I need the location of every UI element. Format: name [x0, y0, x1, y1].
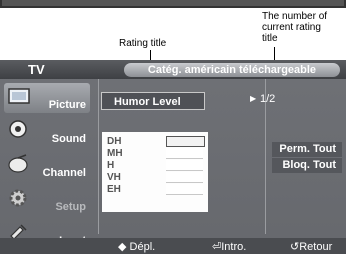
arrow-right-icon: ▶: [250, 94, 257, 103]
sidebar-item-channel[interactable]: Channel: [4, 151, 90, 181]
sidebar-item-label: Picture: [48, 99, 86, 111]
list-item[interactable]: EH: [102, 184, 208, 195]
list-item[interactable]: VH: [102, 172, 208, 183]
return-hint: ↺Retour: [290, 241, 333, 253]
page-title: Catég. américain téléchargeable: [124, 63, 340, 77]
sidebar-item-picture[interactable]: Picture: [4, 83, 90, 113]
top-frame-strip: [0, 0, 346, 8]
block-all-button[interactable]: Bloq. Tout: [272, 158, 342, 173]
picture-icon: [8, 88, 30, 104]
setup-icon: [9, 189, 27, 207]
list-item[interactable]: H: [102, 160, 208, 171]
sidebar-item-setup[interactable]: Setup: [4, 185, 90, 215]
lock-box: [166, 148, 203, 159]
rating-title-field[interactable]: Humor Level: [101, 92, 205, 110]
enter-icon: ⏎: [212, 241, 222, 253]
divider: [98, 79, 99, 234]
annotation-rating-title: Rating title: [119, 38, 167, 49]
lock-box: [166, 160, 203, 171]
sound-icon: [9, 120, 27, 138]
return-icon: ↺: [290, 241, 300, 253]
move-arrows-icon: ◆: [118, 241, 127, 253]
osd-header: TV Catég. américain téléchargeable: [0, 60, 346, 79]
lock-box: [166, 136, 205, 147]
lock-box: [166, 172, 203, 183]
rating-code: H: [107, 160, 115, 171]
tv-osd-screen: TV Catég. américain téléchargeable Pictu…: [0, 60, 346, 254]
allow-all-button[interactable]: Perm. Tout: [272, 142, 342, 157]
sidebar-item-sound[interactable]: Sound: [4, 117, 90, 147]
tv-label: TV: [28, 62, 45, 77]
enter-hint: ⏎Intro.: [212, 241, 247, 253]
lock-box: [166, 184, 203, 195]
move-hint: ◆ Dépl.: [118, 241, 156, 253]
annotation-current-rating: The number of current rating title: [262, 11, 328, 44]
rating-code: MH: [107, 148, 123, 159]
ratings-list: DH MH H VH EH: [102, 132, 208, 212]
rating-code: DH: [107, 136, 122, 147]
sidebar: Picture Sound Channel Setup: [0, 79, 92, 254]
channel-icon: [8, 154, 28, 173]
sidebar-item-label: Sound: [51, 133, 86, 145]
rating-code: EH: [107, 184, 121, 195]
sidebar-item-label: Setup: [55, 201, 86, 213]
footer-bar: ◆ Dépl. ⏎Intro. ↺Retour: [0, 238, 346, 254]
page-indicator: 1/2: [260, 93, 276, 105]
list-item[interactable]: MH: [102, 148, 208, 159]
list-item[interactable]: DH: [102, 136, 208, 147]
rating-code: VH: [107, 172, 121, 183]
sidebar-item-label: Channel: [42, 167, 86, 179]
